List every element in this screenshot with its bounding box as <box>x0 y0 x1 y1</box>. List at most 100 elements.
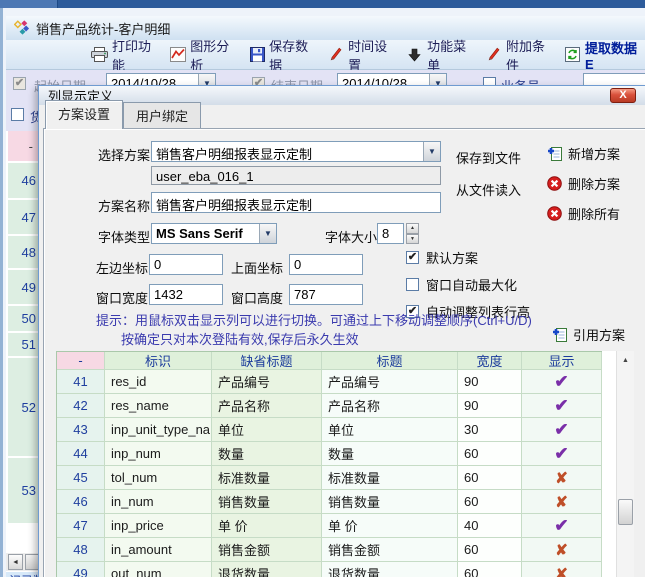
check-icon: ✔ <box>554 396 568 416</box>
scroll-up-icon[interactable]: ▲ <box>618 353 633 367</box>
default-scheme-checkbox[interactable] <box>406 251 419 264</box>
scheme-actions: 新增方案删除方案删除所有 <box>546 144 620 223</box>
toolbar: 打印功能图形分析保存数据时间设置功能菜单附加条件提取数据E <box>6 40 645 70</box>
visible-cell[interactable]: ✔ <box>522 442 602 466</box>
start-date-checkbox[interactable] <box>13 77 26 90</box>
x-icon: ✘ <box>555 565 568 577</box>
table-row[interactable]: 49out_num退货数量退货数量60✘ <box>57 562 602 577</box>
default-title-cell: 产品名称 <box>212 394 322 418</box>
left-coord-label: 左边坐标 <box>96 258 148 277</box>
definition-table: -标识缺省标题标题宽度显示41res_id产品编号产品编号90✔42res_na… <box>56 351 602 577</box>
row-number-cell: 43 <box>57 418 105 442</box>
toolbar-label: 时间设置 <box>348 36 398 74</box>
add-scheme-button[interactable]: 新增方案 <box>546 144 620 163</box>
visible-cell[interactable]: ✔ <box>522 370 602 394</box>
title-cell: 产品名称 <box>322 394 458 418</box>
chevron-down-icon[interactable]: ▼ <box>259 224 276 243</box>
visible-cell[interactable]: ✔ <box>522 394 602 418</box>
scrollbar-thumb[interactable] <box>618 499 633 525</box>
field-id-cell: inp_unit_type_na <box>105 418 212 442</box>
column-header[interactable]: 缺省标题 <box>212 352 322 370</box>
visible-cell[interactable]: ✔ <box>522 514 602 538</box>
left-coord-input[interactable]: 0 <box>149 254 223 275</box>
scheme-name-input[interactable]: 销售客户明细报表显示定制 <box>151 192 441 213</box>
delete-all-button[interactable]: 删除所有 <box>546 204 620 223</box>
visible-cell[interactable]: ✘ <box>522 562 602 577</box>
toolbar-button-extract-data[interactable]: 提取数据E <box>561 36 645 74</box>
win-height-input[interactable]: 787 <box>289 284 363 305</box>
spin-down-icon[interactable]: ▼ <box>406 234 419 245</box>
default-title-cell: 数量 <box>212 442 322 466</box>
scroll-left-icon[interactable]: ◄ <box>8 554 23 570</box>
win-height-label: 窗口高度 <box>231 288 283 307</box>
button-label: 新增方案 <box>568 144 620 163</box>
scheme-name-label: 方案名称 <box>98 196 150 215</box>
goods-checkbox[interactable] <box>11 108 24 121</box>
column-width-cell: 90 <box>458 394 522 418</box>
row-number-cell: 47 <box>57 514 105 538</box>
visible-cell[interactable]: ✘ <box>522 466 602 490</box>
title-cell: 产品编号 <box>322 370 458 394</box>
file-links: 保存到文件从文件读入 <box>456 148 521 199</box>
row-number-cell: 42 <box>57 394 105 418</box>
table-row[interactable]: 48in_amount销售金额销售金额60✘ <box>57 538 602 562</box>
visible-cell[interactable]: ✘ <box>522 538 602 562</box>
x-icon: ✘ <box>555 541 568 559</box>
scheme-select-combo[interactable]: 销售客户明细报表显示定制 ▼ <box>151 141 441 162</box>
column-header[interactable]: 显示 <box>522 352 602 370</box>
top-coord-input[interactable]: 0 <box>289 254 363 275</box>
button-label: 删除方案 <box>568 174 620 193</box>
column-width-cell: 60 <box>458 538 522 562</box>
screen: 销售产品统计-客户明细 打印功能图形分析保存数据时间设置功能菜单附加条件提取数据… <box>0 0 645 577</box>
printer-icon <box>91 47 108 63</box>
title-cell: 单 价 <box>322 514 458 538</box>
table-row[interactable]: 45tol_num标准数量标准数量60✘ <box>57 466 602 490</box>
auto-maximize-checkbox-row[interactable]: 窗口自动最大化 <box>406 275 530 294</box>
parent-window-tab <box>0 0 58 8</box>
default-scheme-checkbox-row[interactable]: 默认方案 <box>406 248 530 267</box>
vertical-scrollbar[interactable]: ▲ <box>616 351 634 577</box>
column-header[interactable]: - <box>57 352 105 370</box>
delete-scheme-button[interactable]: 删除方案 <box>546 174 620 193</box>
table-row[interactable]: 44inp_num数量数量60✔ <box>57 442 602 466</box>
chart-icon <box>170 47 186 63</box>
table-row[interactable]: 41res_id产品编号产品编号90✔ <box>57 370 602 394</box>
table-row[interactable]: 43inp_unit_type_na单位单位30✔ <box>57 418 602 442</box>
tabstrip: 方案设置 用户绑定 <box>45 107 201 129</box>
chevron-down-icon[interactable]: ▼ <box>423 142 440 161</box>
toolbar-label: 附加条件 <box>506 36 556 74</box>
add-doc-icon <box>546 146 563 162</box>
font-size-input[interactable]: 8 <box>377 223 404 244</box>
pen-icon <box>486 47 502 63</box>
visible-cell[interactable]: ✔ <box>522 418 602 442</box>
column-header[interactable]: 标题 <box>322 352 458 370</box>
table-row[interactable]: 47inp_price单 价单 价40✔ <box>57 514 602 538</box>
apply-scheme-button[interactable]: 引用方案 <box>551 325 625 344</box>
toolbar-label: 功能菜单 <box>427 36 477 74</box>
field-id-cell: inp_price <box>105 514 212 538</box>
row-number-cell: 45 <box>57 466 105 490</box>
spin-up-icon[interactable]: ▲ <box>406 223 419 234</box>
auto-maximize-checkbox[interactable] <box>406 278 419 291</box>
read-from-file-button[interactable]: 从文件读入 <box>456 180 521 199</box>
close-button[interactable]: X <box>610 88 636 103</box>
toolbar-label: 保存数据 <box>269 36 319 74</box>
title-cell: 标准数量 <box>322 466 458 490</box>
table-row[interactable]: 42res_name产品名称产品名称90✔ <box>57 394 602 418</box>
column-header[interactable]: 标识 <box>105 352 212 370</box>
font-size-stepper[interactable]: ▲▼ <box>406 223 419 244</box>
column-display-dialog: 列显示定义 X 方案设置 用户绑定 选择方案 销售客户明细报表显示定制 ▼ us… <box>38 85 645 577</box>
visible-cell[interactable]: ✘ <box>522 490 602 514</box>
win-width-input[interactable]: 1432 <box>149 284 223 305</box>
column-header[interactable]: 宽度 <box>458 352 522 370</box>
column-width-cell: 30 <box>458 418 522 442</box>
font-type-combo[interactable]: MS Sans Serif ▼ <box>151 223 277 244</box>
title-cell: 销售金额 <box>322 538 458 562</box>
title-cell: 退货数量 <box>322 562 458 577</box>
tab-scheme-settings[interactable]: 方案设置 <box>45 100 123 129</box>
hint-line-2: 按确定只对本次登陆有效,保存后永久生效 <box>121 329 359 348</box>
save-to-file-button[interactable]: 保存到文件 <box>456 148 521 167</box>
default-title-cell: 单位 <box>212 418 322 442</box>
table-row[interactable]: 46in_num销售数量销售数量60✘ <box>57 490 602 514</box>
tab-user-binding[interactable]: 用户绑定 <box>123 102 201 129</box>
